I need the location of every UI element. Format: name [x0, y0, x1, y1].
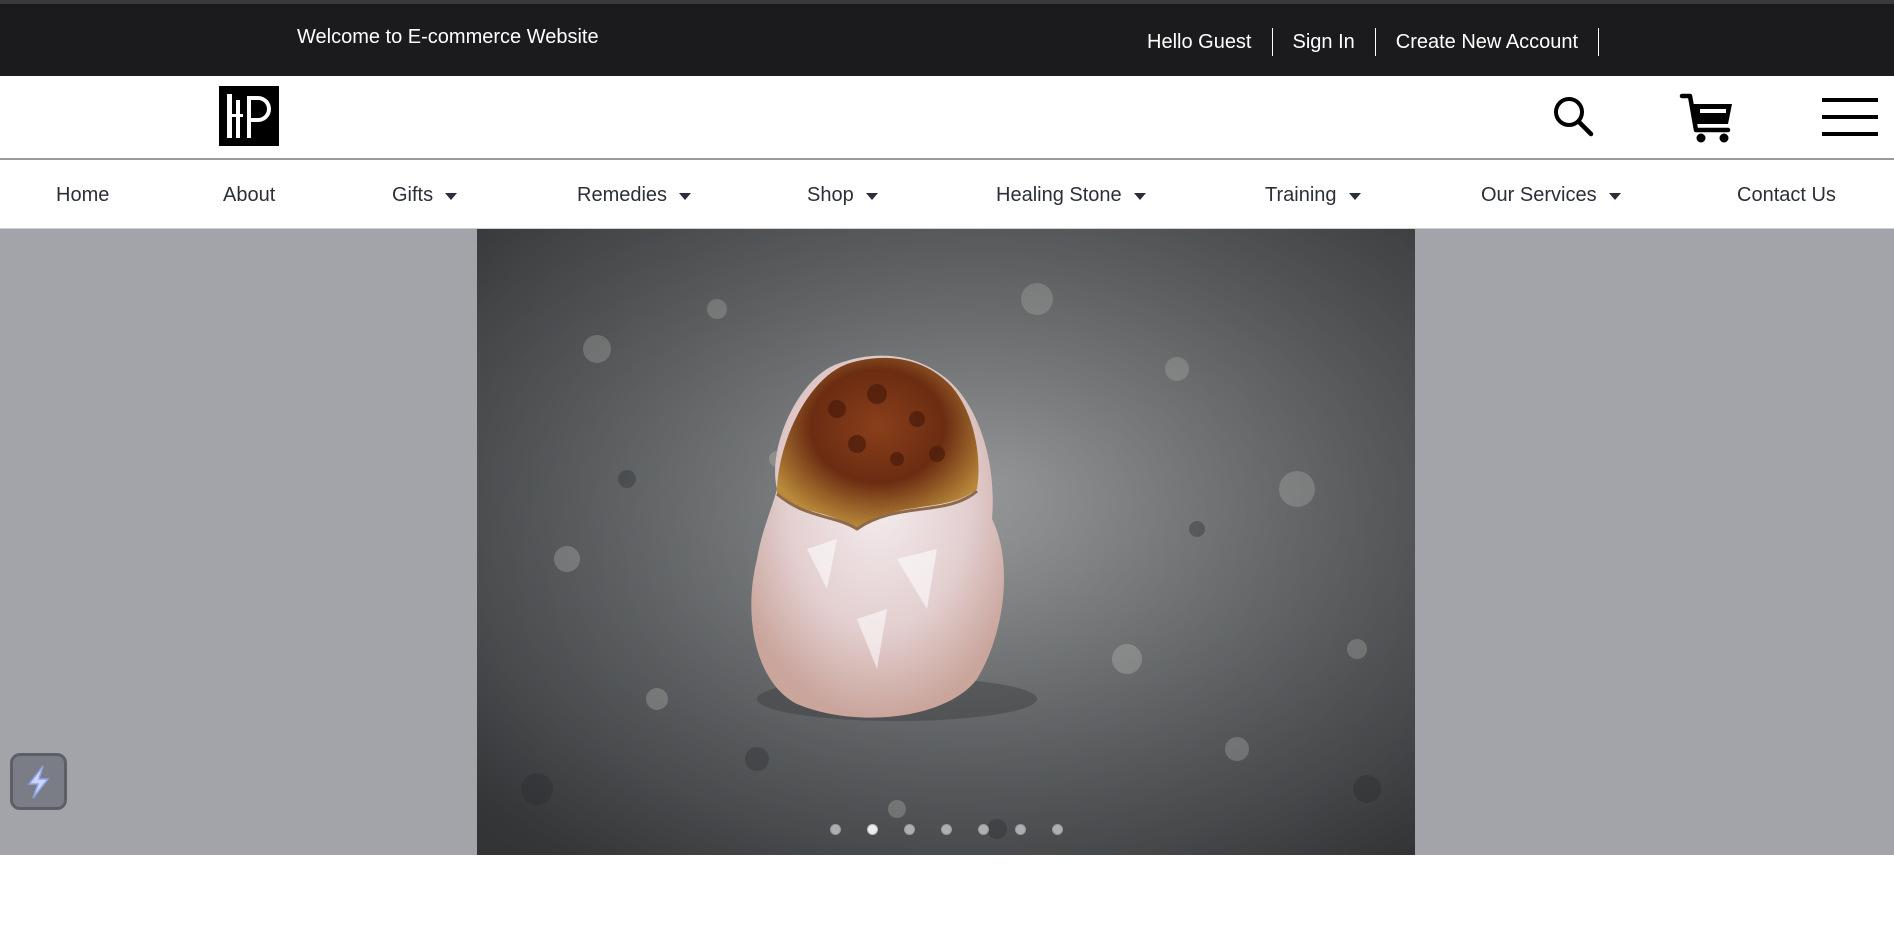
account-links: Hello Guest Sign In Create New Account: [1130, 26, 1600, 58]
caret-down-icon: [445, 193, 458, 200]
caret-down-icon: [1348, 193, 1361, 200]
nav-item-our-services[interactable]: Our Services: [1481, 184, 1621, 207]
nav-item-about[interactable]: About: [223, 184, 275, 207]
nav-item-label: Remedies: [577, 184, 668, 206]
carousel-dot[interactable]: [866, 824, 878, 835]
carousel-dot[interactable]: [1014, 824, 1026, 835]
nav-item-healing-stone[interactable]: Healing Stone: [996, 184, 1146, 207]
top-bar: Welcome to E-commerce Website Hello Gues…: [0, 0, 1894, 76]
page-footer-area: [0, 855, 1894, 925]
carousel-dot[interactable]: [829, 824, 841, 835]
nav-item-training[interactable]: Training: [1265, 184, 1361, 207]
hero-carousel: [0, 229, 1894, 855]
caret-down-icon: [865, 193, 878, 200]
welcome-text: Welcome to E-commerce Website: [297, 26, 599, 48]
nav-item-label: Contact Us: [1737, 184, 1836, 206]
nav-item-shop[interactable]: Shop: [807, 184, 878, 207]
site-header: [0, 76, 1894, 160]
nav-item-remedies[interactable]: Remedies: [577, 184, 692, 207]
nav-item-home[interactable]: Home: [56, 184, 109, 207]
search-icon[interactable]: [1551, 94, 1595, 138]
nav-item-label: Healing Stone: [996, 184, 1122, 206]
nav-item-label: Gifts: [392, 184, 434, 206]
sign-in-link[interactable]: Sign In: [1273, 28, 1376, 56]
hello-guest-text: Hello Guest: [1130, 28, 1273, 56]
hamburger-menu-icon[interactable]: [1822, 96, 1878, 138]
carousel-indicators: [477, 824, 1415, 835]
nav-item-contact-us[interactable]: Contact Us: [1737, 184, 1836, 207]
carousel-dot[interactable]: [977, 824, 989, 835]
nav-item-label: Training: [1265, 184, 1337, 206]
create-account-link[interactable]: Create New Account: [1376, 28, 1600, 56]
caret-down-icon: [679, 193, 692, 200]
nav-item-label: Our Services: [1481, 184, 1597, 206]
floating-widget-button[interactable]: [10, 753, 67, 810]
carousel-dot[interactable]: [940, 824, 952, 835]
main-nav: Home About Gifts Remedies Shop Healing S…: [0, 160, 1894, 229]
nav-item-label: About: [223, 184, 276, 206]
caret-down-icon: [1133, 193, 1146, 200]
nav-item-label: Home: [56, 184, 110, 206]
nav-item-gifts[interactable]: Gifts: [392, 184, 458, 207]
carousel-dot[interactable]: [903, 824, 915, 835]
site-logo[interactable]: [219, 86, 279, 146]
hero-slide-image[interactable]: [477, 229, 1415, 855]
cart-icon[interactable]: [1678, 90, 1736, 144]
caret-down-icon: [1608, 193, 1621, 200]
nav-item-label: Shop: [807, 184, 854, 206]
carousel-dot[interactable]: [1051, 824, 1063, 835]
lightning-icon: [27, 765, 50, 799]
